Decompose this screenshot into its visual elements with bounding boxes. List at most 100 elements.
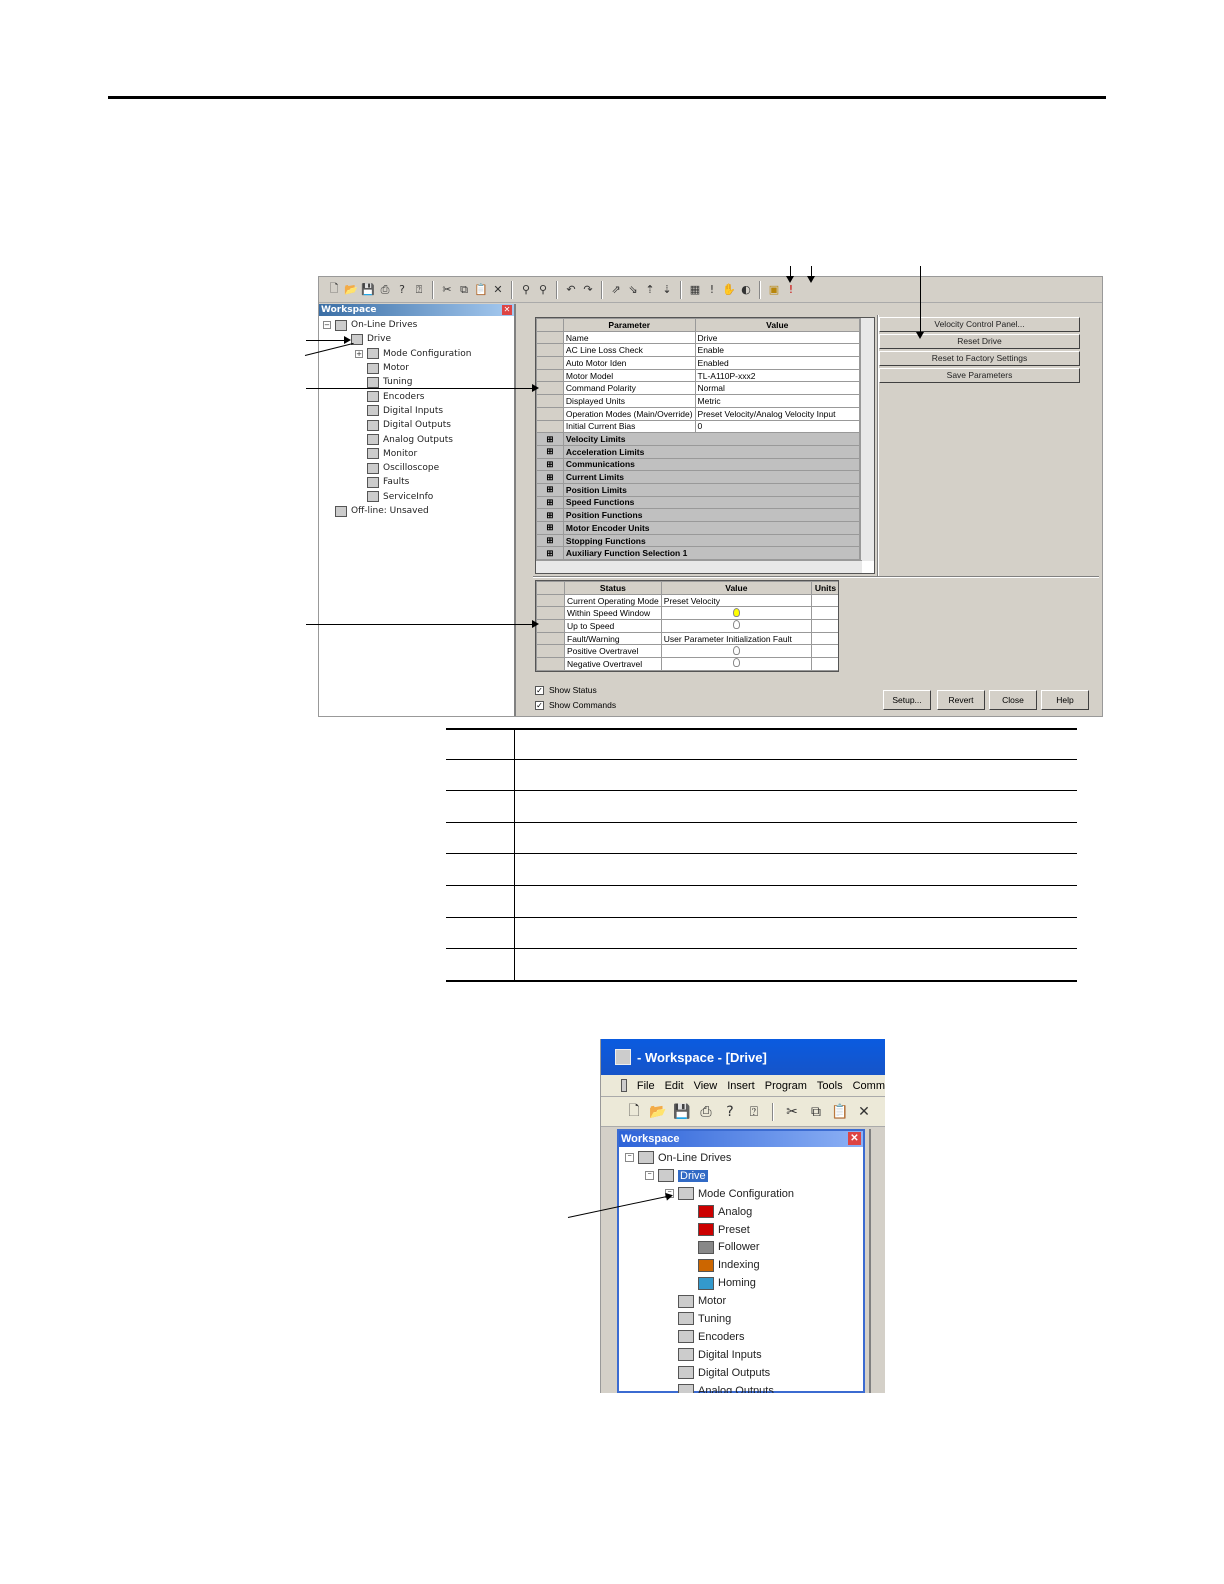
tree-item-analog-outputs[interactable]: Analog Outputs (319, 432, 514, 446)
param-group-row[interactable]: ⊞ Auxiliary Function Selection 1 (536, 546, 861, 561)
expand-icon[interactable]: ⊞ (536, 457, 564, 472)
enable-icon[interactable]: ! (705, 283, 719, 297)
expander-icon[interactable]: − (645, 1171, 654, 1181)
context-help-icon[interactable]: ⍰ (745, 1103, 763, 1121)
tree-item-monitor[interactable]: Monitor (319, 447, 514, 461)
checkbox-checked-icon[interactable]: ✓ (535, 685, 544, 695)
param-row[interactable]: Motor Model TL-A110P-xxx2 (536, 368, 861, 383)
upload-icon[interactable]: ⇡ (643, 283, 657, 297)
tree-item-serviceinfo[interactable]: ServiceInfo (319, 490, 514, 504)
tree-item-analog[interactable]: Analog (619, 1203, 863, 1221)
tree-item-mode-configuration[interactable]: − Mode Configuration (619, 1185, 863, 1203)
param-row[interactable]: Initial Current Bias 0 (536, 419, 861, 434)
print-icon[interactable]: ⎙ (378, 283, 392, 297)
param-row[interactable]: AC Line Loss Check Enable (536, 343, 861, 358)
delete-icon[interactable]: ✕ (855, 1103, 873, 1121)
param-row[interactable]: Name Drive (536, 330, 861, 345)
menu-tools[interactable]: Tools (817, 1080, 843, 1092)
param-value[interactable]: Enable (694, 343, 861, 358)
delete-icon[interactable]: ✕ (491, 283, 505, 297)
show-commands-checkbox[interactable]: ✓ Show Commands (535, 700, 616, 710)
param-group-row[interactable]: ⊞ Motor Encoder Units (536, 521, 861, 535)
param-value[interactable]: Normal (694, 381, 861, 396)
menu-edit[interactable]: Edit (665, 1080, 684, 1092)
menu-file[interactable]: File (637, 1080, 655, 1092)
horizontal-splitter[interactable] (533, 576, 1099, 578)
menu-insert[interactable]: Insert (727, 1080, 755, 1092)
tree-item-indexing[interactable]: Indexing (619, 1256, 863, 1274)
expand-icon[interactable]: ⊞ (536, 495, 564, 510)
param-row[interactable]: Command Polarity Normal (536, 381, 861, 396)
param-value[interactable]: Metric (694, 394, 861, 408)
tree-item-analog-outputs[interactable]: Analog Outputs (619, 1382, 863, 1393)
param-group-row[interactable]: ⊞ Speed Functions (536, 495, 861, 510)
cut-icon[interactable]: ✂ (440, 283, 454, 297)
expand-icon[interactable]: ⊞ (536, 470, 564, 484)
vertical-scrollbar[interactable] (860, 318, 874, 561)
expand-icon[interactable]: ⊞ (536, 521, 564, 535)
menu-program[interactable]: Program (765, 1080, 807, 1092)
open-icon[interactable]: 📂 (649, 1103, 667, 1121)
copy-icon[interactable]: ⧉ (457, 283, 471, 297)
paste-icon[interactable]: 📋 (474, 283, 488, 297)
show-status-checkbox[interactable]: ✓ Show Status (535, 685, 597, 695)
print-icon[interactable]: ⎙ (697, 1103, 715, 1121)
tree-item-digital-outputs[interactable]: Digital Outputs (619, 1364, 863, 1382)
checkbox-checked-icon[interactable]: ✓ (535, 700, 544, 710)
close-button[interactable]: Close (989, 690, 1037, 710)
revert-button[interactable]: Revert (937, 690, 985, 710)
tree-item-encoders[interactable]: Encoders (319, 389, 514, 403)
close-icon[interactable]: ✕ (502, 305, 512, 315)
home-icon[interactable]: ◐ (739, 283, 753, 297)
expander-icon[interactable]: − (625, 1153, 634, 1163)
horizontal-scrollbar[interactable] (536, 560, 862, 573)
help-icon[interactable]: ? (721, 1103, 739, 1121)
param-row[interactable]: Auto Motor Iden Enabled (536, 356, 861, 370)
close-icon[interactable]: ✕ (848, 1132, 861, 1145)
param-value[interactable]: TL-A110P-xxx2 (694, 368, 861, 383)
expand-icon[interactable]: ⊞ (536, 482, 564, 497)
open-icon[interactable]: 📂 (344, 283, 358, 297)
expand-icon[interactable]: ⊞ (536, 432, 564, 446)
param-group-row[interactable]: ⊞ Current Limits (536, 470, 861, 484)
properties-icon[interactable]: ▣ (767, 283, 781, 297)
expand-icon[interactable]: ⊞ (536, 533, 564, 548)
reset-to-factory-settings-button[interactable]: Reset to Factory Settings (879, 351, 1080, 366)
setup-button[interactable]: Setup... (883, 690, 931, 710)
warning-icon[interactable]: ! (784, 283, 798, 297)
new-icon[interactable]: 🗋 (625, 1103, 643, 1121)
tree-item-preset[interactable]: Preset (619, 1221, 863, 1239)
tree-item-mode-configuration[interactable]: + Mode Configuration (319, 347, 514, 361)
param-value[interactable]: 0 (694, 419, 861, 434)
tree-item-digital-inputs[interactable]: Digital Inputs (319, 404, 514, 418)
tree-item-follower[interactable]: Follower (619, 1238, 863, 1256)
calculator-icon[interactable]: ▦ (688, 283, 702, 297)
save-icon[interactable]: 💾 (673, 1103, 691, 1121)
download-icon[interactable]: ⇣ (660, 283, 674, 297)
tree-item-motor[interactable]: Motor (319, 361, 514, 375)
tree-item-oscilloscope[interactable]: Oscilloscope (319, 461, 514, 475)
tree-item-on-line-drives[interactable]: − On-Line Drives (319, 318, 514, 332)
tree-item-faults[interactable]: Faults (319, 475, 514, 489)
redo-icon[interactable]: ↷ (581, 283, 595, 297)
tree-item-tuning[interactable]: Tuning (619, 1310, 863, 1328)
expand-icon[interactable]: ⊞ (536, 508, 564, 522)
menu-view[interactable]: View (694, 1080, 718, 1092)
find-next-icon[interactable]: ⚲ (536, 283, 550, 297)
cut-icon[interactable]: ✂ (783, 1103, 801, 1121)
tree-item-homing[interactable]: Homing (619, 1274, 863, 1292)
expand-icon[interactable]: ⊞ (536, 444, 564, 459)
save-icon[interactable]: 💾 (361, 283, 375, 297)
tree-item-drive[interactable]: − Drive (619, 1167, 863, 1185)
param-group-row[interactable]: ⊞ Communications (536, 457, 861, 472)
menu-comm[interactable]: Comm (853, 1080, 885, 1092)
paste-icon[interactable]: 📋 (831, 1103, 849, 1121)
undo-icon[interactable]: ↶ (564, 283, 578, 297)
tree-item-motor[interactable]: Motor (619, 1292, 863, 1310)
tree-item-off-line-unsaved[interactable]: Off-line: Unsaved (319, 504, 514, 518)
param-group-row[interactable]: ⊞ Acceleration Limits (536, 444, 861, 459)
stop-icon[interactable]: ✋ (722, 283, 736, 297)
reset-drive-button[interactable]: Reset Drive (879, 334, 1080, 349)
help-button[interactable]: Help (1041, 690, 1089, 710)
param-group-row[interactable]: ⊞ Position Limits (536, 482, 861, 497)
